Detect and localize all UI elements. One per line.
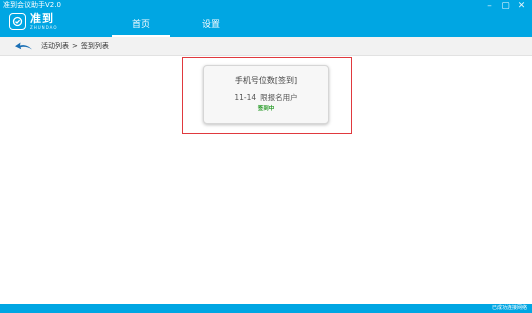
tab-home[interactable]: 首页 xyxy=(112,17,170,37)
minimize-button[interactable]: – xyxy=(485,0,494,12)
status-badge: 签到中 xyxy=(257,106,275,112)
app-logo: 准到 ZHUNDAO xyxy=(9,13,58,30)
window-title: 准到会议助手V2.0 xyxy=(3,1,61,9)
breadcrumb-bar: 活动列表 > 签到列表 xyxy=(0,37,532,56)
tab-settings[interactable]: 设置 xyxy=(185,17,237,37)
clock-check-icon xyxy=(9,13,26,30)
title-bar: 准到会议助手V2.0 – ▢ ✕ 准到 ZHUNDAO 首页 设置 xyxy=(0,0,532,37)
card-title: 手机号位数[签到] xyxy=(234,76,298,85)
checkin-card[interactable]: 手机号位数[签到] 11-14 限报名用户 签到中 xyxy=(203,65,329,124)
card-subtitle: 11-14 限报名用户 xyxy=(204,93,328,103)
breadcrumb: 活动列表 > 签到列表 xyxy=(41,40,109,52)
back-arrow-icon[interactable] xyxy=(14,41,33,51)
logo-name-en: ZHUNDAO xyxy=(30,25,58,30)
maximize-button[interactable]: ▢ xyxy=(501,0,510,12)
logo-text: 准到 ZHUNDAO xyxy=(30,12,58,31)
close-button[interactable]: ✕ xyxy=(517,0,526,12)
card-restriction: 限报名用户 xyxy=(260,93,298,102)
breadcrumb-separator: > xyxy=(72,42,78,50)
window-controls: – ▢ ✕ xyxy=(485,0,526,12)
logo-name: 准到 xyxy=(30,12,54,25)
status-bar: 已成功连接网络 xyxy=(0,304,532,313)
connection-status: 已成功连接网络 xyxy=(491,305,527,311)
breadcrumb-activity-list[interactable]: 活动列表 xyxy=(41,40,69,52)
breadcrumb-checkin-list: 签到列表 xyxy=(80,42,109,50)
card-date: 11-14 xyxy=(234,93,257,102)
